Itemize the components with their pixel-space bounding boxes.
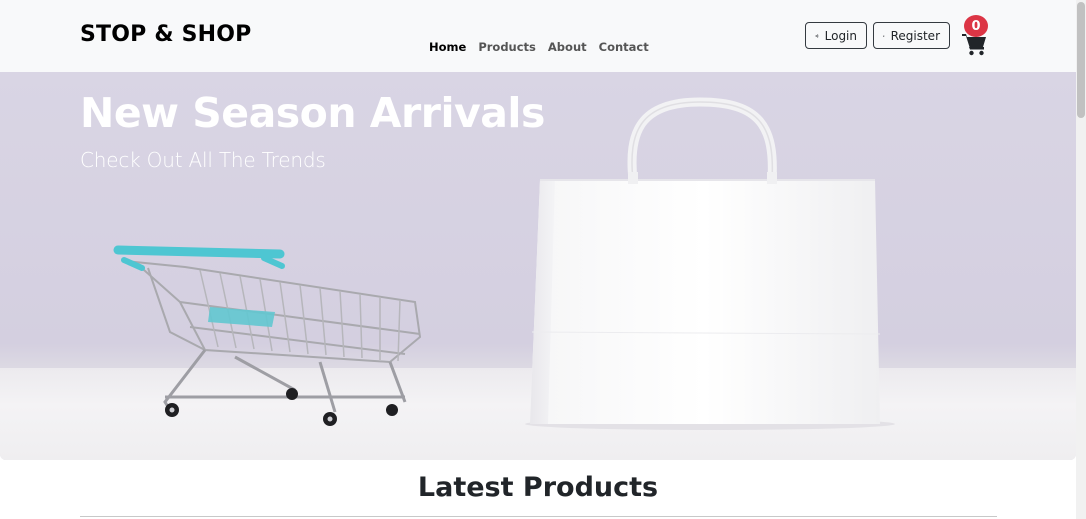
brand-logo[interactable]: STOP & SHOP	[80, 22, 251, 47]
navbar: STOP & SHOP Home Products About Contact …	[0, 0, 1076, 72]
nav-link-home[interactable]: Home	[429, 40, 466, 54]
register-label: Register	[890, 28, 940, 43]
login-button[interactable]: Login	[805, 22, 867, 49]
nav-link-about[interactable]: About	[548, 40, 587, 54]
scrollbar-thumb[interactable]	[1077, 2, 1085, 118]
nav-link-products[interactable]: Products	[478, 40, 536, 54]
section-divider	[80, 516, 997, 517]
page-scrollbar[interactable]	[1076, 0, 1086, 519]
login-label: Login	[824, 28, 857, 43]
nav-links: Home Products About Contact	[429, 40, 649, 54]
nav-link-contact[interactable]: Contact	[599, 40, 649, 54]
hero-banner: New Season Arrivals Check Out All The Tr…	[0, 72, 1076, 460]
latest-products-heading: Latest Products	[417, 472, 659, 503]
hero-subtitle: Check Out All The Trends	[80, 148, 326, 172]
register-button[interactable]: Register	[873, 22, 950, 49]
user-plus-icon	[883, 34, 885, 37]
sign-in-icon	[815, 34, 819, 37]
cart-count-badge: 0	[964, 15, 988, 37]
hero-title: New Season Arrivals	[80, 89, 545, 137]
